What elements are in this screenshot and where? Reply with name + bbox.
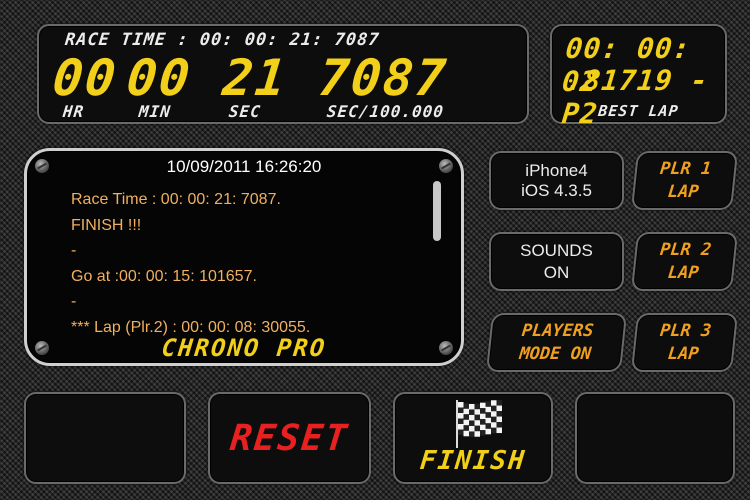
empty-button-right[interactable] xyxy=(575,392,735,484)
log-scrollbar[interactable] xyxy=(433,181,441,241)
minutes-value: 00 xyxy=(123,49,195,107)
reset-label: RESET xyxy=(228,418,351,459)
log-timestamp: 10/09/2011 16:26:20 xyxy=(166,157,322,176)
race-log-display[interactable]: 10/09/2011 16:26:20 Race Time : 00: 00: … xyxy=(24,148,464,366)
finish-label: FINISH xyxy=(418,446,528,476)
fraction-label: SEC/100.000 xyxy=(326,102,445,121)
log-list: Race Time : 00: 00: 21: 7087. FINISH !!!… xyxy=(71,187,441,340)
players-state: MODE ON xyxy=(518,343,593,364)
device-model: iPhone4 xyxy=(525,160,588,180)
player-3-label: PLR 3 xyxy=(659,320,713,341)
sounds-label: SOUNDS xyxy=(520,240,593,260)
minutes-label: MIN xyxy=(138,102,172,121)
fraction-value: 7087 xyxy=(315,49,451,107)
seconds-value: 21 xyxy=(219,49,291,107)
seconds-label: SEC xyxy=(228,102,262,121)
sounds-toggle-button[interactable]: SOUNDS ON xyxy=(489,232,624,291)
players-mode-button[interactable]: PLAYERS MODE ON xyxy=(485,313,628,372)
lap-label: LAP xyxy=(666,343,700,364)
player-3-lap-button[interactable]: PLR 3 LAP xyxy=(630,313,739,372)
hours-value: 00 xyxy=(49,49,121,107)
player-2-lap-button[interactable]: PLR 2 LAP xyxy=(630,232,739,291)
race-time-caption: RACE TIME : 00: 00: 21: 7087 xyxy=(63,30,381,50)
hours-label: HR xyxy=(62,102,86,121)
log-line: Race Time : 00: 00: 21: 7087. xyxy=(71,191,281,208)
player-2-label: PLR 2 xyxy=(659,239,713,260)
reset-button[interactable]: RESET xyxy=(208,392,371,484)
finish-button[interactable]: FINISH xyxy=(393,392,553,484)
lap-label: LAP xyxy=(666,181,700,202)
os-version: iOS 4.3.5 xyxy=(521,180,592,200)
device-info: iPhone4 iOS 4.3.5 xyxy=(489,151,624,210)
sounds-state: ON xyxy=(543,262,570,282)
checkered-flag-icon xyxy=(456,400,502,448)
best-lap-label: BEST LAP xyxy=(597,102,680,120)
log-line: - xyxy=(71,242,77,259)
player-1-label: PLR 1 xyxy=(659,158,713,179)
log-line: - xyxy=(71,293,77,310)
race-timer-display: RACE TIME : 00: 00: 21: 7087 00 00 21 70… xyxy=(37,24,529,124)
app-title: CHRONO PRO xyxy=(160,334,328,362)
lap-label: LAP xyxy=(666,262,700,283)
best-lap-fraction: .81719 -P2 xyxy=(560,64,711,130)
player-1-lap-button[interactable]: PLR 1 LAP xyxy=(630,151,739,210)
log-line: FINISH !!! xyxy=(71,216,142,234)
players-label: PLAYERS xyxy=(520,320,595,341)
empty-button-left[interactable] xyxy=(24,392,186,484)
log-line: Go at :00: 00: 15: 101657. xyxy=(71,267,257,285)
best-lap-display: 00: 00: 02 .81719 -P2 BEST LAP xyxy=(550,24,727,130)
